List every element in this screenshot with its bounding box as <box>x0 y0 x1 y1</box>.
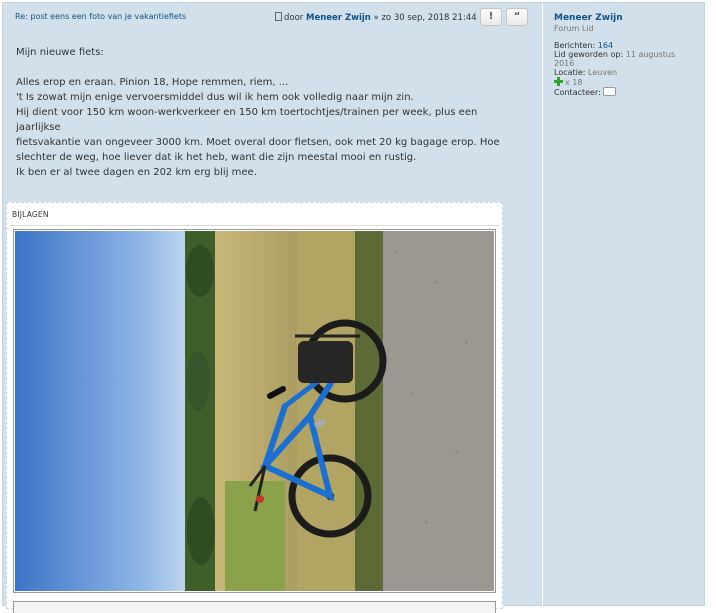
profile-username[interactable]: Meneer Zwijn <box>554 13 706 23</box>
author-link[interactable]: Meneer Zwijn <box>306 13 371 23</box>
post-icon[interactable] <box>275 12 282 21</box>
post-body: Re: post eens een foto van je vakantiefi… <box>3 3 542 613</box>
content-line: Alles erop en eraan. Pinion 18, Hope rem… <box>16 77 289 88</box>
post-header: Re: post eens een foto van je vakantiefi… <box>3 3 540 31</box>
post-author-line: door Meneer Zwijn » zo 30 sep, 2018 21:4… <box>275 12 477 23</box>
joined-label: Lid geworden op: <box>554 50 624 59</box>
content-line: 't Is zowat mijn enige vervoersmiddel du… <box>16 92 414 103</box>
content-line: slechter de weg, hoe liever dat ik het h… <box>16 152 417 163</box>
contact-bubble-icon[interactable] <box>602 87 616 96</box>
author-prefix: door <box>284 13 304 23</box>
quote-button[interactable]: “ <box>506 8 528 26</box>
content-line: Mijn nieuwe fiets: <box>16 47 104 58</box>
post-profile: Meneer Zwijn Forum Lid Berichten: 164 Li… <box>542 3 706 607</box>
bike-photo <box>15 231 494 591</box>
profile-reputation: x 18 <box>554 77 706 87</box>
joined-value: 11 augustus <box>625 50 676 59</box>
contact-label: Contacteer: <box>554 88 601 97</box>
reputation-value: x 18 <box>565 78 583 87</box>
content-line: Ik ben er al twee dagen en 202 km erg bl… <box>16 167 257 178</box>
profile-rank: Forum Lid <box>554 24 594 33</box>
attachment-image-2[interactable] <box>13 601 496 613</box>
plus-icon <box>554 77 563 86</box>
profile-stats: Berichten: 164 Lid geworden op: 11 augus… <box>554 41 706 97</box>
post: Re: post eens een foto van je vakantiefi… <box>2 2 706 613</box>
post-title-link[interactable]: Re: post eens een foto van je vakantiefi… <box>15 12 186 21</box>
content-line: fietsvakantie van ongeveer 3000 km. Moet… <box>16 137 500 148</box>
attachments-box: BIJLAGEN <box>6 202 503 613</box>
profile-posts: Berichten: 164 <box>554 41 706 50</box>
attachments-divider <box>10 225 499 226</box>
location-label: Locatie: <box>554 68 586 77</box>
profile-location: Locatie: Leuven <box>554 68 706 77</box>
report-button[interactable]: ! <box>480 8 502 26</box>
posts-label: Berichten: <box>554 41 596 50</box>
post-date: » zo 30 sep, 2018 21:44 <box>373 13 477 23</box>
content-line: Hij dient voor 150 km woon-werkverkeer e… <box>16 107 478 133</box>
profile-contact: Contacteer: <box>554 87 706 97</box>
attachment-image[interactable] <box>13 229 496 593</box>
post-content: Mijn nieuwe fiets: Alles erop en eraan. … <box>16 45 516 180</box>
attachments-label: BIJLAGEN <box>12 210 49 219</box>
profile-joined: Lid geworden op: 11 augustus <box>554 50 706 59</box>
posts-value[interactable]: 164 <box>598 41 613 50</box>
joined-value-year: 2016 <box>554 59 575 68</box>
location-value: Leuven <box>588 68 618 77</box>
